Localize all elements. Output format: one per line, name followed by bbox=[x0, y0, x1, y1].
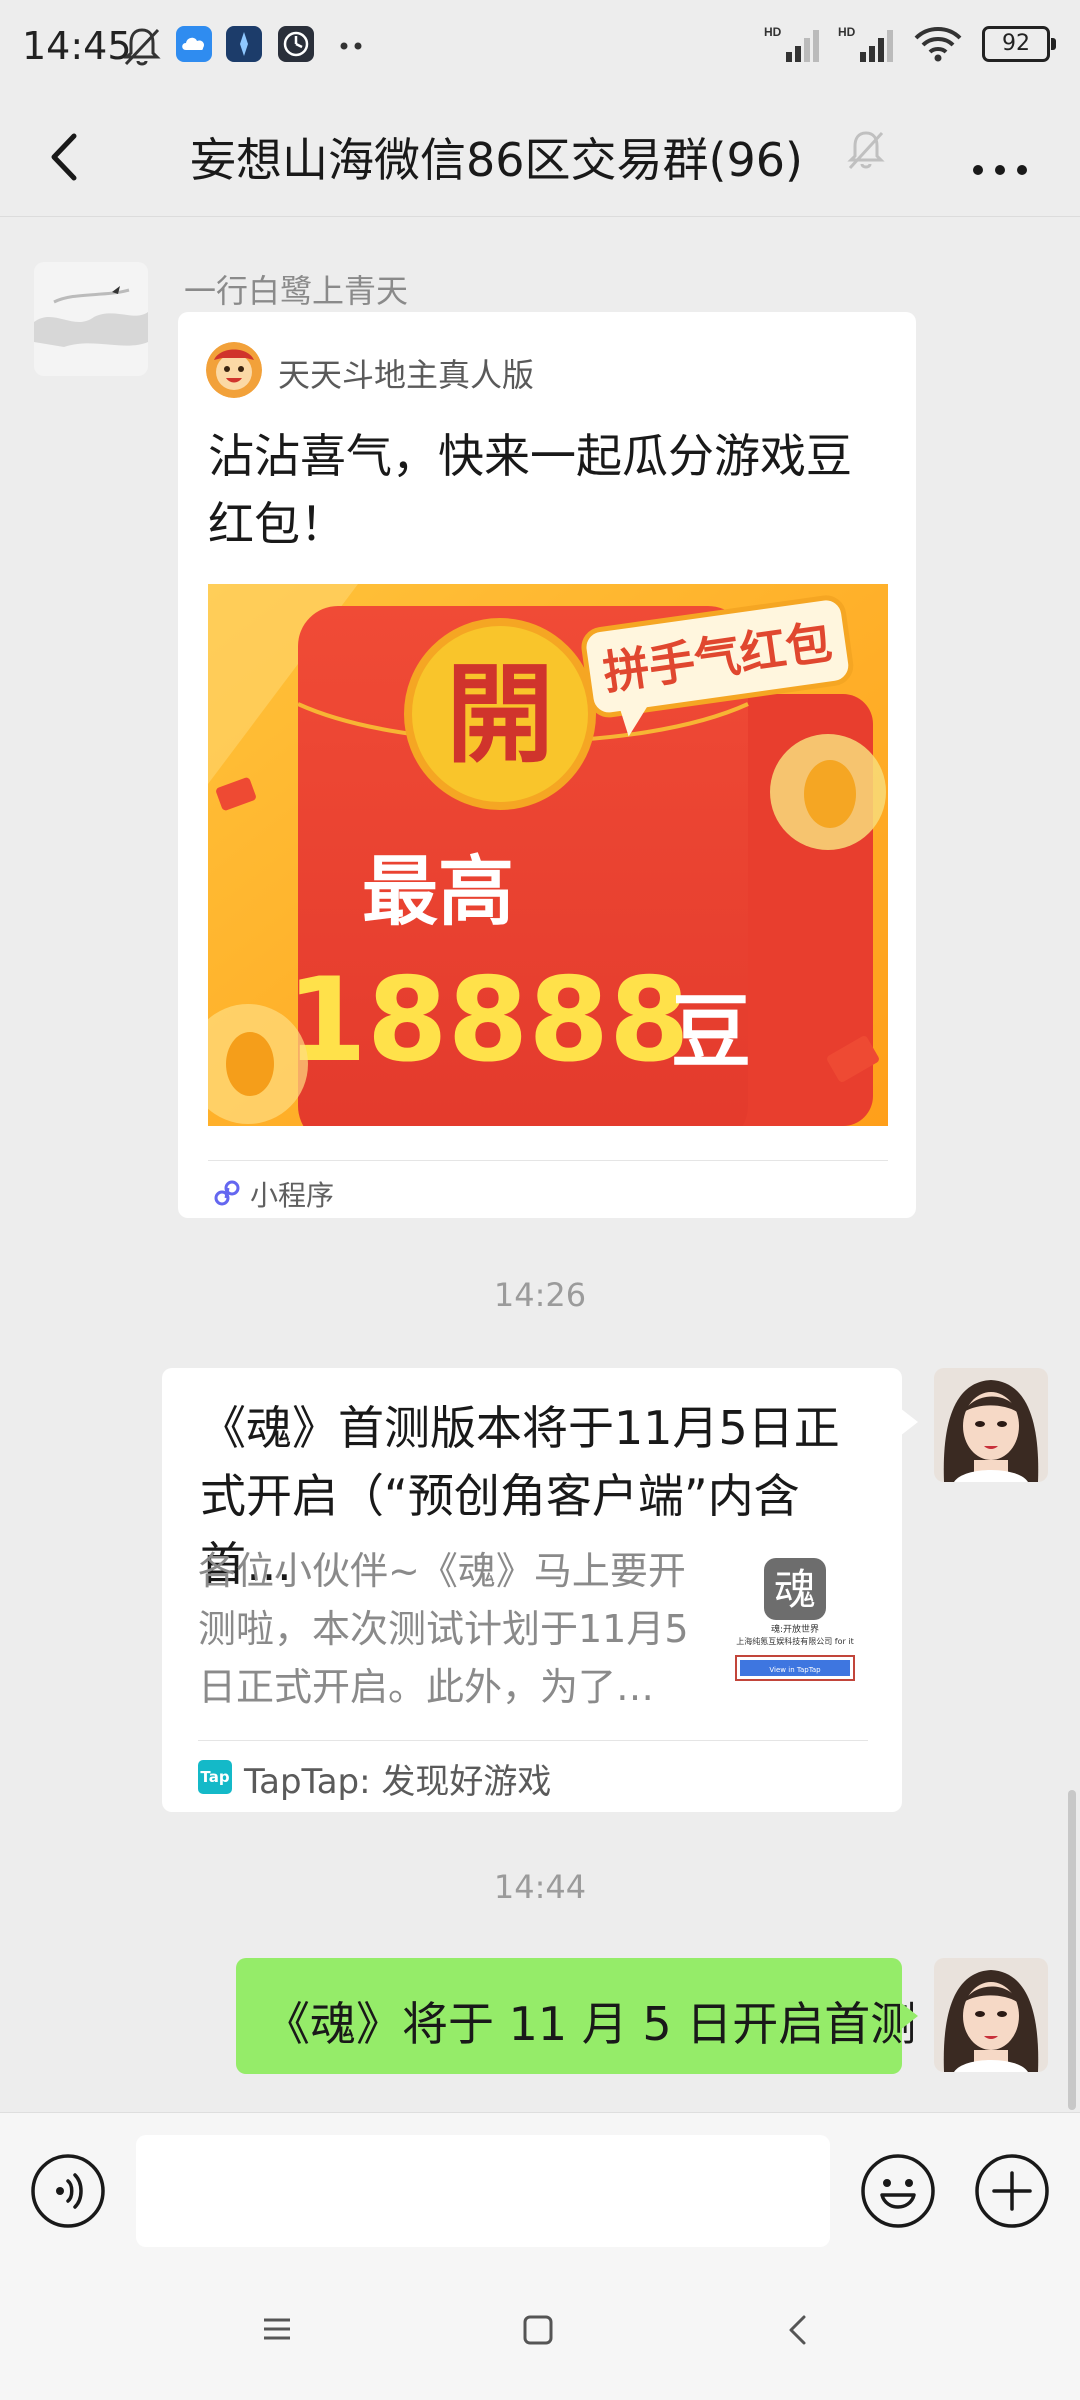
wifi-icon bbox=[914, 27, 962, 62]
taptap-icon: Tap bbox=[198, 1760, 232, 1794]
red-packet-thumbnail: 開 最高 18888 豆 拼手气红包 bbox=[208, 584, 888, 1126]
my-avatar[interactable] bbox=[934, 1368, 1048, 1482]
menu-nav-button[interactable] bbox=[262, 2314, 292, 2344]
mini-program-title: 沾沾喜气，快来一起瓜分游戏豆红包！ bbox=[208, 429, 852, 551]
cloud-app-icon bbox=[176, 26, 212, 62]
red-packet-line1: 最高 bbox=[362, 847, 514, 936]
sender-avatar[interactable] bbox=[34, 262, 148, 376]
system-nav-bar bbox=[0, 2270, 1080, 2400]
more-notifications-icon bbox=[340, 42, 362, 50]
clock-app-icon bbox=[278, 26, 314, 62]
game-logo-icon bbox=[206, 342, 262, 398]
input-bar bbox=[0, 2112, 1080, 2271]
status-time: 14:45 bbox=[22, 24, 132, 68]
mini-program-source: 天天斗地主真人版 bbox=[278, 356, 535, 394]
link-card[interactable]: 《魂》首测版本将于11月5日正式开启（“预创角客户端”内含首… 各位小伙伴~《魂… bbox=[162, 1368, 918, 1812]
thumb-line2: 上海纯氪互娱科技有限公司 for it bbox=[736, 1636, 853, 1646]
thumb-line1: 魂:开放世界 bbox=[771, 1623, 819, 1635]
sender-name: 一行白鹭上青天 bbox=[184, 272, 409, 310]
more-options-button[interactable] bbox=[960, 122, 1040, 192]
red-packet-amount: 18888 bbox=[286, 953, 690, 1088]
signal-hd-2-icon: HD bbox=[838, 25, 893, 62]
notifications-off-icon bbox=[123, 28, 161, 66]
red-packet-unit: 豆 bbox=[671, 986, 751, 1079]
mini-program-icon bbox=[214, 1180, 240, 1206]
svg-text:HD: HD bbox=[838, 25, 856, 39]
message-input[interactable] bbox=[136, 2135, 830, 2247]
back-nav-button[interactable] bbox=[786, 2314, 810, 2346]
voice-input-button[interactable] bbox=[30, 2153, 106, 2229]
compass-app-icon bbox=[226, 26, 262, 62]
text-message-bubble[interactable]: 《魂》将于 11 月 5 日开启首测 bbox=[236, 1958, 918, 2074]
back-button[interactable] bbox=[30, 122, 100, 192]
svg-text:HD: HD bbox=[764, 25, 782, 39]
mini-program-card[interactable]: 天天斗地主真人版 沾沾喜气，快来一起瓜分游戏豆红包！ 開 最高 18888 豆 bbox=[178, 312, 916, 1218]
link-card-description: 各位小伙伴~《魂》马上要开测啦，本次测试计划于11月5日正式开启。此外，为了… bbox=[198, 1549, 689, 1709]
link-card-source: TapTap: 发现好游戏 bbox=[244, 1762, 552, 1802]
link-card-thumbnail: 魂 魂:开放世界 上海纯氪互娱科技有限公司 for it View in Tap… bbox=[722, 1554, 868, 1688]
thumb-button: View in TapTap bbox=[769, 1666, 821, 1674]
chat-title: 妄想山海微信86区交易群(96) bbox=[190, 133, 803, 187]
battery-indicator: 92 bbox=[982, 26, 1056, 62]
mini-program-separator bbox=[208, 1160, 888, 1161]
chat-header: 妄想山海微信86区交易群(96) bbox=[0, 100, 1080, 218]
header-divider bbox=[0, 216, 1080, 217]
more-functions-button[interactable] bbox=[974, 2153, 1050, 2229]
timestamp: 14:44 bbox=[493, 1868, 587, 1906]
emoji-button[interactable] bbox=[860, 2153, 936, 2229]
signal-hd-icon: HD bbox=[764, 25, 819, 62]
text-message: 《魂》将于 11 月 5 日开启首测 bbox=[264, 1997, 917, 2051]
link-card-separator bbox=[198, 1740, 868, 1741]
my-avatar[interactable] bbox=[934, 1958, 1048, 2072]
home-nav-button[interactable] bbox=[522, 2314, 554, 2346]
thumb-game-title: 魂 bbox=[774, 1565, 816, 1614]
mute-icon bbox=[847, 131, 885, 170]
scrollbar[interactable] bbox=[1068, 1790, 1076, 2110]
status-bar: 14:45 HD HD 92 bbox=[0, 0, 1080, 100]
seal-text: 開 bbox=[446, 652, 554, 778]
mini-program-label: 小程序 bbox=[250, 1179, 335, 1212]
timestamp: 14:26 bbox=[493, 1276, 587, 1314]
